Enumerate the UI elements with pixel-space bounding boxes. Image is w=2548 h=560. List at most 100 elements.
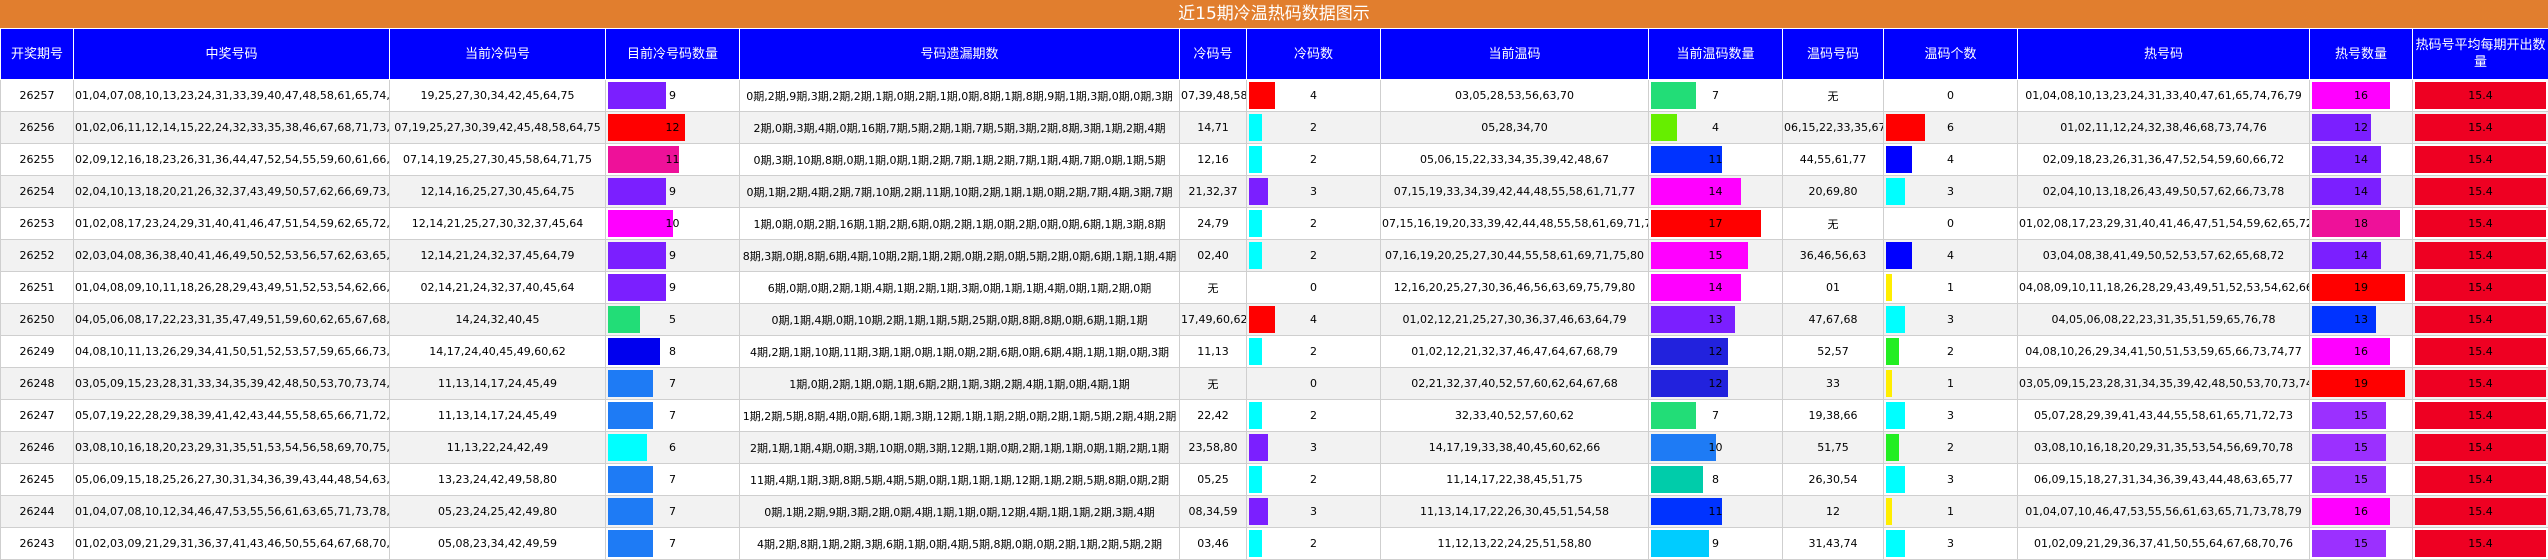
warm-num-bar-fill — [1886, 466, 1905, 493]
hot-avg-value: 15.4 — [2468, 281, 2493, 294]
hot-avg-value: 15.4 — [2468, 313, 2493, 326]
warm-num-bar-fill — [1886, 530, 1905, 557]
cold-count-bar: 9 — [606, 176, 740, 208]
hot-numbers-cell: 04,08,10,26,29,34,41,50,51,53,59,65,66,7… — [2018, 336, 2310, 368]
table-row: 2625004,05,06,08,17,22,23,31,35,47,49,51… — [1, 304, 2548, 336]
missing-periods-cell: 4期,2期,1期,10期,11期,3期,1期,0期,1期,0期,2期,6期,0期… — [740, 336, 1180, 368]
cold-num-bar-fill — [1249, 178, 1268, 205]
warm-num-bar: 0 — [1884, 208, 2018, 240]
current-warm-cell: 07,15,19,33,34,39,42,44,48,55,58,61,71,7… — [1381, 176, 1649, 208]
hot-avg-bar: 15.4 — [2413, 208, 2548, 240]
warm-count-bar-value: 11 — [1709, 505, 1723, 518]
warm-num-bar-value: 3 — [1947, 409, 1954, 422]
hot-numbers-cell: 05,07,28,29,39,41,43,44,55,58,61,65,71,7… — [2018, 400, 2310, 432]
cold-num-bar-value: 3 — [1310, 185, 1317, 198]
warm-no-cell: 12 — [1783, 496, 1884, 528]
cold-count-bar-fill — [608, 466, 653, 493]
warm-count-bar-fill — [1651, 434, 1716, 461]
header-hot-count: 热号数量 — [2310, 29, 2413, 80]
warm-count-bar: 10 — [1649, 432, 1783, 464]
cold-count-bar-value: 9 — [669, 249, 676, 262]
warm-num-bar: 0 — [1884, 80, 2018, 112]
hot-numbers-cell: 01,04,08,10,13,23,24,31,33,40,47,61,65,7… — [2018, 80, 2310, 112]
cold-num-bar-value: 2 — [1310, 217, 1317, 230]
missing-periods-cell: 0期,3期,10期,8期,0期,1期,0期,1期,2期,7期,1期,2期,7期,… — [740, 144, 1180, 176]
winning-numbers-cell: 02,03,04,08,36,38,40,41,46,49,50,52,53,5… — [74, 240, 390, 272]
cold-no-cell: 17,49,60,62 — [1180, 304, 1247, 336]
warm-num-bar-value: 1 — [1947, 377, 1954, 390]
table-row: 2624705,07,19,22,28,29,38,39,41,42,43,44… — [1, 400, 2548, 432]
missing-periods-cell: 0期,1期,4期,0期,10期,2期,1期,1期,5期,25期,0期,8期,8期… — [740, 304, 1180, 336]
table-row: 2625701,04,07,08,10,13,23,24,31,33,39,40… — [1, 80, 2548, 112]
warm-count-bar-fill — [1651, 466, 1703, 493]
warm-count-bar-value: 11 — [1709, 153, 1723, 166]
warm-count-bar-fill — [1651, 178, 1741, 205]
report-title: 近15期冷温热码数据图示 — [0, 0, 2548, 28]
table-row: 2625301,02,08,17,23,24,29,31,40,41,46,47… — [1, 208, 2548, 240]
issue-cell: 26243 — [1, 528, 74, 560]
cold-no-cell: 24,79 — [1180, 208, 1247, 240]
hot-count-bar: 15 — [2310, 528, 2413, 560]
hot-avg-bar: 15.4 — [2413, 400, 2548, 432]
cold-count-bar-fill — [608, 242, 666, 269]
cold-num-bar-fill — [1249, 338, 1262, 365]
hot-count-bar: 16 — [2310, 336, 2413, 368]
cold-num-bar: 0 — [1247, 272, 1381, 304]
hot-avg-bar: 15.4 — [2413, 496, 2548, 528]
warm-num-bar-value: 6 — [1947, 121, 1954, 134]
warm-no-cell: 06,15,22,33,35,67 — [1783, 112, 1884, 144]
hot-numbers-cell: 01,02,11,12,24,32,38,46,68,73,74,76 — [2018, 112, 2310, 144]
warm-count-bar-fill — [1651, 242, 1748, 269]
warm-no-cell: 44,55,61,77 — [1783, 144, 1884, 176]
cold-count-bar-value: 9 — [669, 89, 676, 102]
hot-count-bar: 16 — [2310, 496, 2413, 528]
hot-count-bar-fill — [2312, 146, 2381, 173]
warm-no-cell: 47,67,68 — [1783, 304, 1884, 336]
winning-numbers-cell: 01,02,03,09,21,29,31,36,37,41,43,46,50,5… — [74, 528, 390, 560]
cold-count-bar: 8 — [606, 336, 740, 368]
warm-count-bar: 11 — [1649, 144, 1783, 176]
warm-count-bar: 15 — [1649, 240, 1783, 272]
hot-numbers-cell: 01,02,08,17,23,29,31,40,41,46,47,51,54,5… — [2018, 208, 2310, 240]
warm-count-bar: 14 — [1649, 272, 1783, 304]
cold-num-bar-fill — [1249, 530, 1262, 557]
current-warm-cell: 03,05,28,53,56,63,70 — [1381, 80, 1649, 112]
warm-count-bar-value: 14 — [1709, 185, 1723, 198]
warm-num-bar-value: 3 — [1947, 537, 1954, 550]
hot-count-bar-value: 15 — [2354, 473, 2368, 486]
header-cold-count: 目前冷号码数量 — [606, 29, 740, 80]
warm-num-bar-value: 0 — [1947, 217, 1954, 230]
header-row: 开奖期号 中奖号码 当前冷码号 目前冷号码数量 号码遗漏期数 冷码号 冷码数 当… — [1, 29, 2548, 80]
winning-numbers-cell: 01,02,08,17,23,24,29,31,40,41,46,47,51,5… — [74, 208, 390, 240]
warm-count-bar: 12 — [1649, 336, 1783, 368]
cold-num-bar-fill — [1249, 434, 1268, 461]
issue-cell: 26247 — [1, 400, 74, 432]
winning-numbers-cell: 04,05,06,08,17,22,23,31,35,47,49,51,59,6… — [74, 304, 390, 336]
cold-no-cell: 22,42 — [1180, 400, 1247, 432]
warm-count-bar-value: 4 — [1712, 121, 1719, 134]
warm-num-bar: 2 — [1884, 432, 2018, 464]
warm-num-bar-value: 1 — [1947, 505, 1954, 518]
cold-count-bar: 7 — [606, 400, 740, 432]
missing-periods-cell: 11期,4期,1期,3期,8期,5期,4期,5期,0期,1期,1期,1期,12期… — [740, 464, 1180, 496]
current-cold-cell: 11,13,22,24,42,49 — [390, 432, 606, 464]
hot-avg-value: 15.4 — [2468, 345, 2493, 358]
cold-count-bar-fill — [608, 82, 666, 109]
table-row: 2624505,06,09,15,18,25,26,27,30,31,34,36… — [1, 464, 2548, 496]
cold-num-bar: 2 — [1247, 464, 1381, 496]
cold-count-bar-fill — [608, 178, 666, 205]
hot-count-bar-value: 14 — [2354, 153, 2368, 166]
cold-no-cell: 02,40 — [1180, 240, 1247, 272]
issue-cell: 26257 — [1, 80, 74, 112]
cold-num-bar-fill — [1249, 242, 1262, 269]
warm-count-bar: 9 — [1649, 528, 1783, 560]
hot-count-bar-fill — [2312, 82, 2390, 109]
cold-no-cell: 无 — [1180, 272, 1247, 304]
cold-count-bar-value: 7 — [669, 505, 676, 518]
cold-num-bar: 0 — [1247, 368, 1381, 400]
warm-count-bar: 14 — [1649, 176, 1783, 208]
cold-num-bar-value: 2 — [1310, 537, 1317, 550]
current-warm-cell: 11,13,14,17,22,26,30,45,51,54,58 — [1381, 496, 1649, 528]
hot-count-bar-fill — [2312, 242, 2381, 269]
warm-no-cell: 20,69,80 — [1783, 176, 1884, 208]
